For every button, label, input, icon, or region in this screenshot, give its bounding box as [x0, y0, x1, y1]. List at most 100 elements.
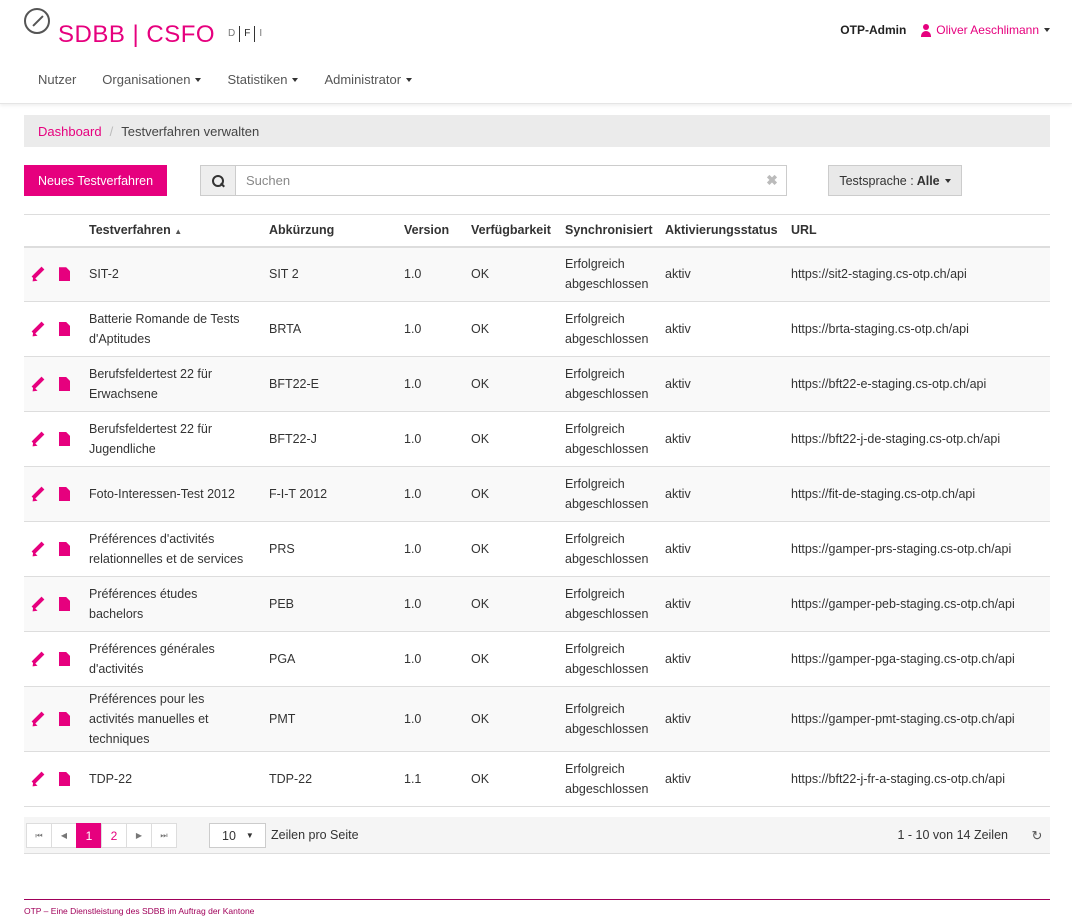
document-icon[interactable] [59, 487, 70, 501]
row-action-group [24, 652, 89, 667]
cell-url-text: https://bft22-j-fr-a-staging.cs-otp.ch/a… [791, 772, 1005, 786]
cell-sync-line: abgeschlossen [565, 662, 649, 676]
next-page-icon[interactable]: ▶ [126, 823, 152, 848]
admin-label[interactable]: OTP-Admin [840, 23, 906, 37]
lang-fr[interactable]: F [239, 26, 254, 42]
cell-version-text: 1.0 [404, 652, 422, 666]
edit-icon[interactable] [30, 267, 45, 282]
table-row: Foto-Interessen-Test 2012 F-I-T 2012 1.0 OK… [24, 466, 1050, 522]
first-page-icon[interactable]: ⏮ [26, 823, 52, 848]
col-version[interactable]: Version [404, 215, 471, 247]
nav-nutzer[interactable]: Nutzer [24, 72, 89, 87]
cell-name-line: bachelors [89, 607, 144, 621]
document-icon[interactable] [59, 597, 70, 611]
row-actions [24, 467, 89, 522]
lang-it[interactable]: I [254, 26, 266, 42]
last-page-icon[interactable]: ⏭ [151, 823, 177, 848]
cell-version-text: 1.1 [404, 772, 422, 786]
cell-availability: OK [471, 687, 565, 752]
cell-status-text: aktiv [665, 487, 691, 501]
col-abkuerzung[interactable]: Abkürzung [269, 215, 404, 247]
document-icon[interactable] [59, 542, 70, 556]
cell-name-line: d'Aptitudes [89, 332, 151, 346]
document-icon[interactable] [59, 267, 70, 282]
cell-version: 1.0 [404, 302, 471, 357]
edit-icon[interactable] [30, 772, 45, 787]
document-icon[interactable] [59, 377, 70, 391]
cell-version: 1.0 [404, 687, 471, 752]
cell-status: aktiv [665, 522, 791, 577]
col-synchronisiert[interactable]: Synchronisiert [565, 215, 665, 247]
row-actions [24, 412, 89, 467]
cell-url: https://bft22-j-fr-a-staging.cs-otp.ch/a… [791, 752, 1050, 807]
cell-status: aktiv [665, 632, 791, 687]
rows-per-page-value: 10 [222, 828, 236, 843]
breadcrumb-dashboard[interactable]: Dashboard [38, 124, 102, 139]
close-icon[interactable]: ✖ [758, 166, 786, 195]
cell-url-text: https://fit-de-staging.cs-otp.ch/api [791, 487, 976, 501]
cell-availability-text: OK [471, 542, 490, 556]
cell-version-text: 1.0 [404, 542, 422, 556]
cell-name: Berufsfeldertest 22 für Jugendliche [89, 412, 269, 467]
search-input[interactable] [236, 166, 758, 195]
document-icon[interactable] [59, 772, 70, 786]
cell-version: 1.1 [404, 752, 471, 807]
cell-url-text: https://gamper-pga-staging.cs-otp.ch/api [791, 652, 1015, 666]
document-icon[interactable] [59, 432, 70, 446]
edit-icon[interactable] [30, 322, 45, 337]
edit-icon[interactable] [30, 712, 45, 727]
col-aktivierungsstatus[interactable]: Aktivierungsstatus [665, 215, 791, 247]
page-1-button[interactable]: 1 [76, 823, 102, 848]
logo-text: SDBB | CSFO [58, 21, 216, 48]
cell-sync-line: abgeschlossen [565, 332, 649, 346]
row-action-group [24, 267, 89, 282]
edit-icon[interactable] [30, 432, 45, 447]
cell-sync: Erfolgreich abgeschlossen [565, 412, 665, 467]
cell-abbr-text: PMT [269, 712, 296, 726]
col-url[interactable]: URL [791, 215, 1050, 247]
refresh-icon[interactable]: ↻ [1024, 823, 1050, 848]
cell-name: Batterie Romande de Tests d'Aptitudes [89, 302, 269, 357]
document-icon[interactable] [59, 652, 70, 666]
search-addon [201, 166, 236, 195]
table-row: Préférences études bachelors PEB 1.0 OK Erfol… [24, 576, 1050, 632]
cell-sync: Erfolgreich abgeschlossen [565, 302, 665, 357]
cell-sync: Erfolgreich abgeschlossen [565, 752, 665, 807]
user-menu[interactable]: Oliver Aeschlimann [920, 23, 1050, 37]
table-row: Batterie Romande de Tests d'Aptitudes BRTA… [24, 302, 1050, 357]
table-body: SIT-2 SIT 2 1.0 OK Erfolgreich abgeschlossen a… [24, 246, 1050, 807]
cell-name-line: relationnelles et de services [89, 552, 244, 566]
nav-statistiken[interactable]: Statistiken [214, 72, 311, 87]
page-2-button[interactable]: 2 [101, 823, 127, 848]
document-icon[interactable] [59, 322, 70, 336]
nav-administrator[interactable]: Administrator [311, 72, 425, 87]
cell-availability-text: OK [471, 322, 490, 336]
cell-availability-text: OK [471, 377, 490, 391]
edit-icon[interactable] [30, 652, 45, 667]
cell-abbr-text: SIT 2 [269, 267, 299, 282]
test-language-filter[interactable]: Testsprache : Alle [828, 165, 962, 196]
cell-sync-line: Erfolgreich [565, 702, 625, 716]
cell-sync-line: abgeschlossen [565, 782, 649, 796]
cell-abbr-text: TDP-22 [269, 772, 313, 786]
document-icon[interactable] [59, 712, 70, 726]
sort-asc-icon: ▲ [174, 227, 183, 237]
pagination-bar: ⏮ ◀ 1 2 ▶ ⏭ 10 ▼ Zeilen pro Seite 1 - 10… [24, 817, 1050, 854]
edit-icon[interactable] [30, 597, 45, 612]
rows-per-page-select[interactable]: 10 ▼ [209, 823, 266, 848]
edit-icon[interactable] [30, 377, 45, 392]
cell-name-line: activités manuelles et [89, 712, 209, 726]
row-actions [24, 687, 89, 752]
logo[interactable]: SDBB | CSFO [24, 8, 215, 49]
col-testverfahren[interactable]: Testverfahren ▲ [89, 215, 269, 247]
lang-de[interactable]: D [228, 26, 239, 42]
cell-url-text: https://gamper-pmt-staging.cs-otp.ch/api [791, 712, 1015, 726]
col-verfuegbarkeit[interactable]: Verfügbarkeit [471, 215, 565, 247]
edit-icon[interactable] [30, 542, 45, 557]
new-test-button[interactable]: Neues Testverfahren [24, 165, 167, 196]
cell-abbr-text: BFT22-J [269, 432, 317, 446]
edit-icon[interactable] [30, 487, 45, 502]
cell-abbr: PEB [269, 577, 404, 632]
nav-organisationen[interactable]: Organisationen [89, 72, 214, 87]
prev-page-icon[interactable]: ◀ [51, 823, 77, 848]
